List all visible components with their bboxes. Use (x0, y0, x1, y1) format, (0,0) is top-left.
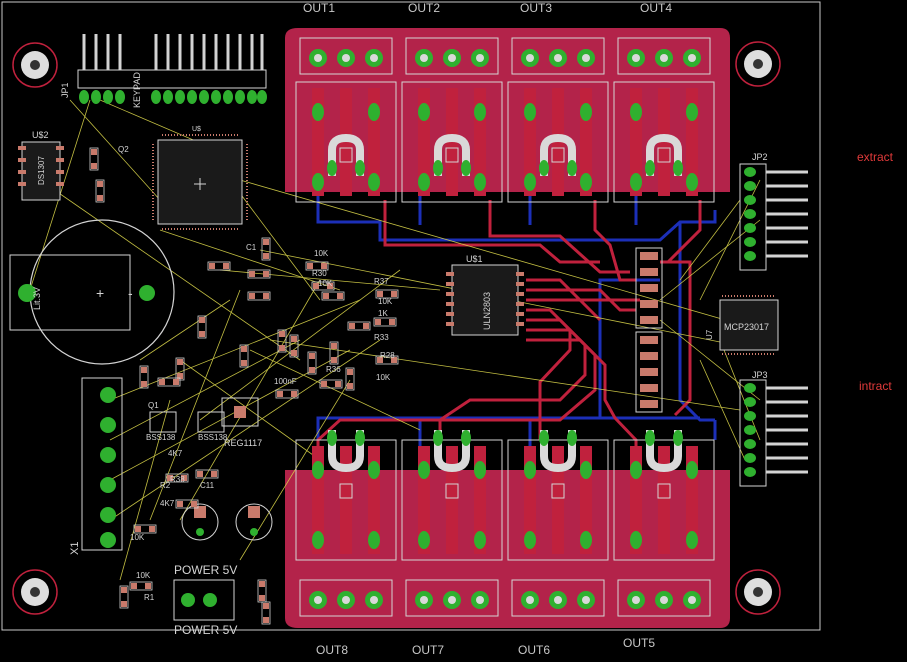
jp3-header: JP3 (739, 370, 808, 487)
smd-part (257, 579, 267, 603)
smd-part (175, 499, 199, 509)
smd-part (247, 269, 271, 279)
power-label-bottom: POWER 5V (174, 623, 237, 637)
part-label: C11 (200, 481, 215, 490)
part-label: 10K (318, 279, 333, 288)
part-label: 10K (314, 249, 329, 258)
jp3-label: JP3 (752, 370, 768, 380)
part-label: R38 (170, 475, 185, 484)
smd-part (261, 237, 271, 261)
part-label: 10K (136, 571, 151, 580)
q-label-1: BSS138 (146, 433, 176, 442)
smd-part (95, 179, 105, 203)
smd-part (347, 321, 371, 331)
power-connector: POWER 5V POWER 5V (173, 563, 237, 637)
smd-part (139, 365, 149, 389)
out2-label: OUT2 (408, 1, 441, 15)
smd-part (89, 147, 99, 171)
microcontroller: U$ (152, 126, 248, 230)
out5-label: OUT5 (623, 636, 656, 650)
battery-minus: - (128, 285, 133, 301)
rtc-chip: U$2 DS1307 (18, 130, 64, 201)
jp1-label: JP1 (60, 82, 70, 98)
u1-part: ULN2803 (482, 292, 492, 330)
out8-label: OUT8 (316, 643, 349, 657)
jp2-label: JP2 (752, 152, 768, 162)
mount-hole-tr (735, 41, 781, 87)
keypad-label: KEYPAD (132, 72, 142, 108)
smd-part (175, 357, 185, 381)
x1-terminal: X1 (69, 377, 123, 555)
smd-part (275, 389, 299, 399)
part-label: R1 (144, 593, 155, 602)
smd-part (207, 261, 231, 271)
battery-label: Lit.3V (32, 287, 42, 310)
smd-part (129, 581, 153, 591)
smd-part (307, 351, 317, 375)
u2-part: DS1307 (37, 156, 46, 185)
part-label: R30 (312, 269, 327, 278)
smd-part (329, 341, 339, 365)
u1-label: U$1 (466, 254, 483, 264)
part-label: R28 (380, 351, 395, 360)
coin-cell-battery: Lit.3V + - (9, 219, 175, 365)
q1-label: Q1 (148, 401, 159, 410)
pcb-layout: JP1 KEYPAD U$ U$2 DS1307 Lit.3V + - X1 U… (1, 1, 821, 637)
electrolytic-caps (181, 503, 273, 541)
part-label: 1K (378, 309, 388, 318)
mount-hole-bl (12, 569, 58, 615)
smd-part (321, 291, 345, 301)
u7-part: MCP23017 (724, 322, 769, 332)
smd-part (239, 344, 249, 368)
part-label: Q2 (118, 145, 129, 154)
out1-label: OUT1 (303, 1, 336, 15)
out4-label: OUT4 (640, 1, 673, 15)
part-label: R36 (326, 365, 341, 374)
part-label: C1 (246, 243, 257, 252)
part-label: 4K7 (160, 499, 175, 508)
part-label: 4K7 (168, 449, 183, 458)
smd-part (133, 524, 157, 534)
out6-label: OUT6 (518, 643, 551, 657)
part-label: R2 (160, 481, 171, 490)
smd-part (197, 315, 207, 339)
smd-part (319, 379, 343, 389)
u7-label: U7 (705, 329, 714, 340)
out3-label: OUT3 (520, 1, 553, 15)
keypad-header: JP1 KEYPAD (60, 34, 267, 108)
u2-label: U$2 (32, 130, 49, 140)
out7-label: OUT7 (412, 643, 445, 657)
part-label: 10K (130, 533, 145, 542)
smd-part (247, 291, 271, 301)
smd-part (373, 317, 397, 327)
x1-label: X1 (69, 542, 81, 555)
jp2-header: JP2 (739, 152, 808, 271)
part-label: 100nF (274, 377, 297, 386)
io-expander: U7 MCP23017 (705, 295, 779, 355)
smd-part (345, 367, 355, 391)
mcu-label: U$ (192, 126, 201, 133)
reg-label: REG1117 (224, 438, 262, 448)
smd-part (289, 334, 299, 358)
part-label: R33 (374, 333, 389, 342)
extract-label: extract (857, 150, 894, 164)
transistors: BSS138 BSS138 Q1 (146, 401, 228, 442)
battery-plus: + (96, 285, 104, 301)
smd-part (157, 377, 181, 387)
smd-part (119, 585, 129, 609)
part-label: 10K (376, 373, 391, 382)
part-label: 10K (378, 297, 393, 306)
mount-hole-br (735, 569, 781, 615)
power-label-top: POWER 5V (174, 563, 237, 577)
intract-label: intract (859, 379, 892, 393)
q-label-2: BSS138 (198, 433, 228, 442)
part-label: R37 (374, 277, 389, 286)
smd-part (261, 601, 271, 625)
driver-chip: U$1 ULN2803 (446, 254, 524, 336)
mount-hole-tl (12, 42, 58, 88)
